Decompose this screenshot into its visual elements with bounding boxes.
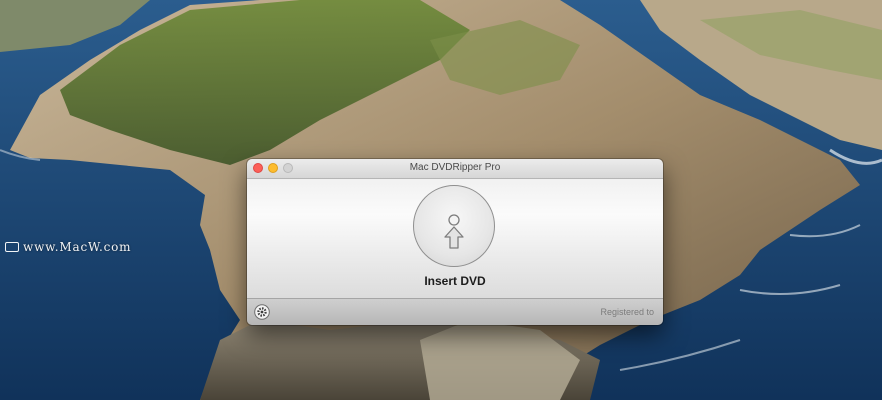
watermark: www.MacW.com [5,240,131,254]
window-title: Mac DVDRipper Pro [409,162,501,173]
insert-dvd-button[interactable] [413,185,495,267]
insert-dvd-label: Insert DVD [424,274,486,288]
title-bar[interactable]: Mac DVDRipper Pro [247,159,663,179]
settings-button[interactable] [254,304,270,320]
bottom-bar: Registered to [247,298,663,325]
watermark-text: www.MacW.com [23,240,132,254]
disc-eject-icon [444,214,464,249]
registration-status: Registered to [600,307,654,317]
app-window: Mac DVDRipper Pro Insert DVD Registered … [247,159,663,325]
gear-icon [254,304,270,320]
main-content: Insert DVD [247,179,663,298]
monitor-icon [5,242,19,252]
